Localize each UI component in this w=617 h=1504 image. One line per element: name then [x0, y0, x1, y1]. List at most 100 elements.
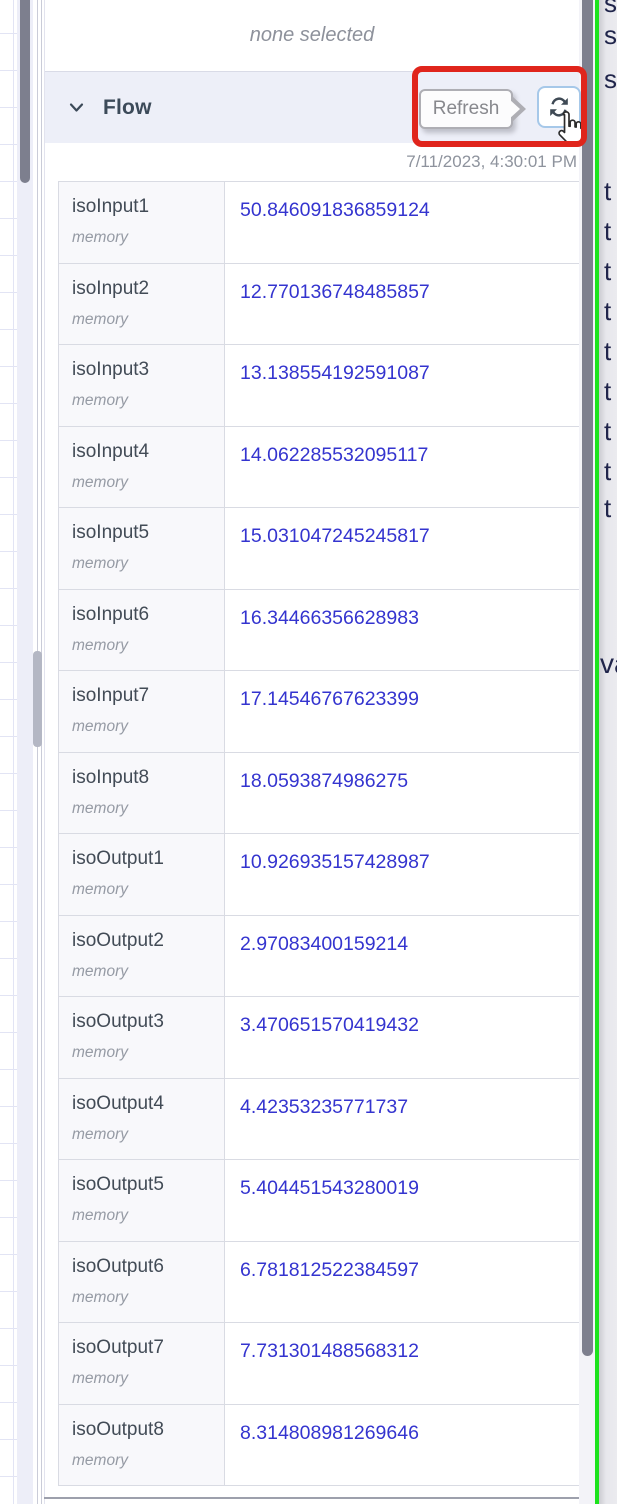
- row-name: isoInput2: [72, 277, 150, 299]
- row-value-cell[interactable]: 10.926935157428987: [225, 834, 579, 915]
- row-kind: memory: [72, 1044, 128, 1061]
- row-value[interactable]: 2.97083400159214: [240, 933, 408, 955]
- table-row: isoOutput7 memory 7.731301488568312: [59, 1323, 579, 1405]
- clipped-text-fragment: s: [604, 20, 617, 50]
- row-name-cell: isoOutput3 memory: [59, 997, 225, 1078]
- row-value-cell[interactable]: 8.314808981269646: [225, 1405, 579, 1486]
- row-name-cell: isoInput3 memory: [59, 345, 225, 426]
- table-row: isoInput5 memory 15.031047245245817: [59, 508, 579, 590]
- row-name-cell: isoInput4 memory: [59, 426, 225, 507]
- right-scrollbar-track[interactable]: [579, 0, 595, 1504]
- panel-bottom-divider: [44, 1497, 579, 1499]
- row-kind: memory: [72, 1370, 128, 1387]
- row-value-cell[interactable]: 7.731301488568312: [225, 1323, 579, 1404]
- row-value[interactable]: 3.470651570419432: [240, 1014, 419, 1036]
- row-value-cell[interactable]: 14.062285532095117: [225, 427, 579, 508]
- row-name: isoInput1: [72, 196, 150, 217]
- right-scrollbar-thumb[interactable]: [582, 0, 593, 1356]
- row-kind: memory: [72, 555, 128, 572]
- row-name-cell: isoOutput5 memory: [59, 1160, 225, 1241]
- table-row: isoOutput2 memory 2.97083400159214: [59, 915, 579, 997]
- row-value[interactable]: 10.926935157428987: [240, 851, 430, 873]
- table-row: isoOutput4 memory 4.42353235771737: [59, 1078, 579, 1160]
- row-value-cell[interactable]: 6.781812522384597: [225, 1242, 579, 1323]
- row-name: isoOutput5: [72, 1174, 164, 1195]
- row-kind: memory: [72, 718, 128, 735]
- row-kind: memory: [72, 1451, 128, 1469]
- row-name-cell: isoOutput7 memory: [59, 1323, 225, 1404]
- table-row: isoOutput3 memory 3.470651570419432: [59, 997, 579, 1079]
- row-value-cell[interactable]: 2.97083400159214: [225, 916, 579, 997]
- row-kind: memory: [72, 1125, 128, 1143]
- left-scrollbar-track[interactable]: [17, 0, 33, 1504]
- table-row: isoInput7 memory 17.14546767623399: [59, 671, 579, 753]
- row-value[interactable]: 7.731301488568312: [240, 1340, 419, 1362]
- table-row: isoInput6 memory 16.34466356628983: [59, 589, 579, 671]
- row-value[interactable]: 15.031047245245817: [240, 525, 430, 547]
- row-name-cell: isoInput6 memory: [59, 589, 225, 670]
- table-row: isoInput4 memory 14.062285532095117: [59, 426, 579, 508]
- row-value-cell[interactable]: 13.138554192591087: [225, 345, 579, 426]
- left-scrollbar-thumb[interactable]: [20, 0, 30, 183]
- table-row: isoInput3 memory 13.138554192591087: [59, 345, 579, 427]
- row-value[interactable]: 13.138554192591087: [240, 362, 430, 384]
- table-row: isoOutput5 memory 5.404451543280019: [59, 1160, 579, 1242]
- row-name-cell: isoInput1 memory: [59, 182, 225, 263]
- row-kind: memory: [72, 881, 128, 898]
- row-value-cell[interactable]: 12.770136748485857: [225, 264, 579, 345]
- clipped-text-fragment: t: [604, 256, 612, 286]
- row-name: isoOutput7: [72, 1337, 164, 1358]
- pane-splitter-line: [41, 0, 42, 1504]
- row-value[interactable]: 12.770136748485857: [240, 281, 430, 303]
- row-value-cell[interactable]: 50.846091836859124: [225, 182, 579, 263]
- row-value-cell[interactable]: 5.404451543280019: [225, 1160, 579, 1241]
- row-kind: memory: [72, 392, 128, 409]
- table-row: isoOutput8 memory 8.314808981269646: [59, 1404, 579, 1486]
- row-value[interactable]: 17.14546767623399: [240, 688, 419, 710]
- row-name: isoOutput6: [72, 1255, 164, 1277]
- clipped-text-fragment: t: [604, 296, 612, 326]
- row-value[interactable]: 14.062285532095117: [240, 444, 428, 466]
- pane-splitter-drag-handle[interactable]: [33, 651, 42, 747]
- row-name: isoOutput2: [72, 929, 164, 951]
- diagram-canvas-grid[interactable]: [0, 0, 17, 1504]
- last-refresh-timestamp: 7/11/2023, 4:30:01 PM: [406, 152, 577, 171]
- row-value[interactable]: 6.781812522384597: [240, 1259, 419, 1281]
- row-value-cell[interactable]: 15.031047245245817: [225, 508, 579, 589]
- row-name-cell: isoInput7 memory: [59, 671, 225, 752]
- row-name: isoInput8: [72, 766, 150, 788]
- row-value-cell[interactable]: 4.42353235771737: [225, 1079, 579, 1160]
- row-value[interactable]: 4.42353235771737: [240, 1096, 408, 1118]
- row-value[interactable]: 8.314808981269646: [240, 1422, 419, 1444]
- clipped-text-fragment: t: [604, 216, 612, 246]
- row-value[interactable]: 50.846091836859124: [240, 199, 430, 221]
- last-refresh-row: 7/11/2023, 4:30:01 PM: [45, 143, 579, 181]
- flow-values-table: isoInput1 memory 50.846091836859124 isoIn…: [58, 181, 579, 1486]
- clipped-text-fragment: t: [604, 376, 612, 406]
- row-name-cell: isoOutput2 memory: [59, 915, 225, 996]
- row-name: isoInput3: [72, 359, 150, 380]
- clipped-text-fragment: t: [604, 493, 612, 523]
- clipped-text-fragment: s: [604, 64, 617, 94]
- chevron-down-icon[interactable]: [69, 102, 84, 113]
- table-row: isoOutput6 memory 6.781812522384597: [59, 1241, 579, 1323]
- row-value-cell[interactable]: 17.14546767623399: [225, 671, 579, 752]
- hand-pointer-cursor: [551, 110, 587, 153]
- row-name-cell: isoOutput1 memory: [59, 834, 225, 915]
- row-kind: memory: [72, 1207, 128, 1224]
- row-kind: memory: [72, 310, 128, 328]
- row-value-cell[interactable]: 3.470651570419432: [225, 997, 579, 1078]
- row-value[interactable]: 16.34466356628983: [240, 607, 419, 629]
- row-value-cell[interactable]: 18.0593874986275: [225, 753, 579, 834]
- row-name: isoOutput8: [72, 1418, 164, 1440]
- row-name: isoOutput3: [72, 1011, 164, 1032]
- selection-status-text: none selected: [249, 24, 375, 46]
- row-name: isoInput4: [72, 440, 150, 462]
- row-value[interactable]: 5.404451543280019: [240, 1177, 419, 1199]
- row-value-cell[interactable]: 16.34466356628983: [225, 590, 579, 671]
- row-value[interactable]: 18.0593874986275: [240, 770, 408, 792]
- row-name-cell: isoInput8 memory: [59, 752, 225, 833]
- clipped-text-fragment: t: [604, 416, 612, 446]
- neighbour-panel-clipped: s s s t t t t t t t t t va: [599, 0, 617, 1504]
- table-row: isoInput8 memory 18.0593874986275: [59, 752, 579, 834]
